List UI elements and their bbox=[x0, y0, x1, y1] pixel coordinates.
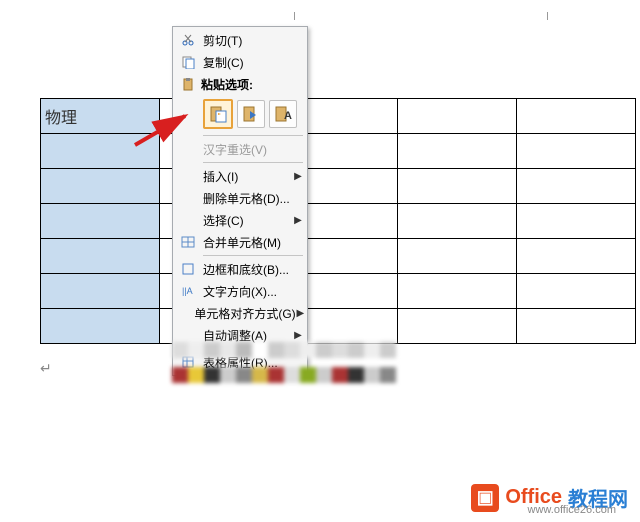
table-cell[interactable] bbox=[41, 204, 160, 239]
text-direction-icon: ||A bbox=[175, 284, 201, 298]
document-table[interactable]: 物理 bbox=[40, 98, 636, 344]
table-cell[interactable] bbox=[41, 274, 160, 309]
table-cell[interactable] bbox=[41, 169, 160, 204]
menu-merge-cells[interactable]: 合并单元格(M) bbox=[175, 231, 305, 253]
menu-delete-cells[interactable]: 删除单元格(D)... bbox=[175, 187, 305, 209]
copy-icon bbox=[175, 55, 201, 69]
menu-hanzi-reselect: 汉字重选(V) bbox=[175, 138, 305, 160]
menu-label: 插入(I) bbox=[201, 168, 291, 185]
ruler bbox=[172, 4, 592, 24]
menu-label: 剪切(T) bbox=[201, 32, 305, 49]
svg-text:A: A bbox=[284, 110, 292, 122]
blurred-region bbox=[172, 342, 402, 392]
paragraph-mark: ↵ bbox=[40, 360, 52, 377]
menu-paste-header: 粘贴选项: bbox=[175, 73, 305, 95]
menu-borders[interactable]: 边框和底纹(B)... bbox=[175, 258, 305, 280]
merge-cells-icon bbox=[175, 235, 201, 249]
menu-label: 选择(C) bbox=[201, 212, 291, 229]
clipboard-icon bbox=[175, 77, 201, 91]
submenu-arrow-icon: ▶ bbox=[291, 330, 305, 341]
brand-url: www.office26.com bbox=[528, 504, 616, 516]
borders-icon bbox=[175, 262, 201, 276]
table-cell[interactable] bbox=[398, 99, 517, 134]
menu-label: 汉字重选(V) bbox=[201, 141, 305, 158]
paste-keep-source-button[interactable] bbox=[203, 99, 233, 129]
submenu-arrow-icon: ▶ bbox=[291, 215, 305, 226]
menu-copy[interactable]: 复制(C) bbox=[175, 51, 305, 73]
menu-insert[interactable]: 插入(I) ▶ bbox=[175, 165, 305, 187]
menu-label: 复制(C) bbox=[201, 54, 305, 71]
menu-cut[interactable]: 剪切(T) bbox=[175, 29, 305, 51]
table-cell[interactable] bbox=[41, 309, 160, 344]
office-logo-icon: ▣ bbox=[471, 484, 499, 512]
menu-label: 文字方向(X)... bbox=[201, 283, 305, 300]
menu-label: 合并单元格(M) bbox=[201, 234, 305, 251]
table-cell[interactable] bbox=[41, 239, 160, 274]
submenu-arrow-icon: ▶ bbox=[296, 308, 305, 319]
menu-label: 删除单元格(D)... bbox=[201, 190, 305, 207]
submenu-arrow-icon: ▶ bbox=[291, 171, 305, 182]
menu-text-direction[interactable]: ||A 文字方向(X)... bbox=[175, 280, 305, 302]
table-cell-header[interactable]: 物理 bbox=[41, 99, 160, 134]
menu-label: 自动调整(A) bbox=[201, 327, 291, 344]
table-cell[interactable] bbox=[517, 99, 636, 134]
watermark: ▣ Office教程网 www.office26.com bbox=[471, 483, 628, 512]
paste-merge-button[interactable] bbox=[237, 100, 265, 128]
table-cell[interactable] bbox=[41, 134, 160, 169]
paste-options-row: A bbox=[175, 95, 305, 133]
scissors-icon bbox=[175, 33, 201, 47]
paste-text-only-button[interactable]: A bbox=[269, 100, 297, 128]
menu-select[interactable]: 选择(C) ▶ bbox=[175, 209, 305, 231]
svg-text:||A: ||A bbox=[182, 286, 193, 296]
menu-label: 单元格对齐方式(G) bbox=[192, 305, 295, 322]
context-menu: 剪切(T) 复制(C) 粘贴选项: A bbox=[172, 26, 308, 376]
menu-label: 边框和底纹(B)... bbox=[201, 261, 305, 278]
menu-cell-align[interactable]: 单元格对齐方式(G) ▶ bbox=[175, 302, 305, 324]
